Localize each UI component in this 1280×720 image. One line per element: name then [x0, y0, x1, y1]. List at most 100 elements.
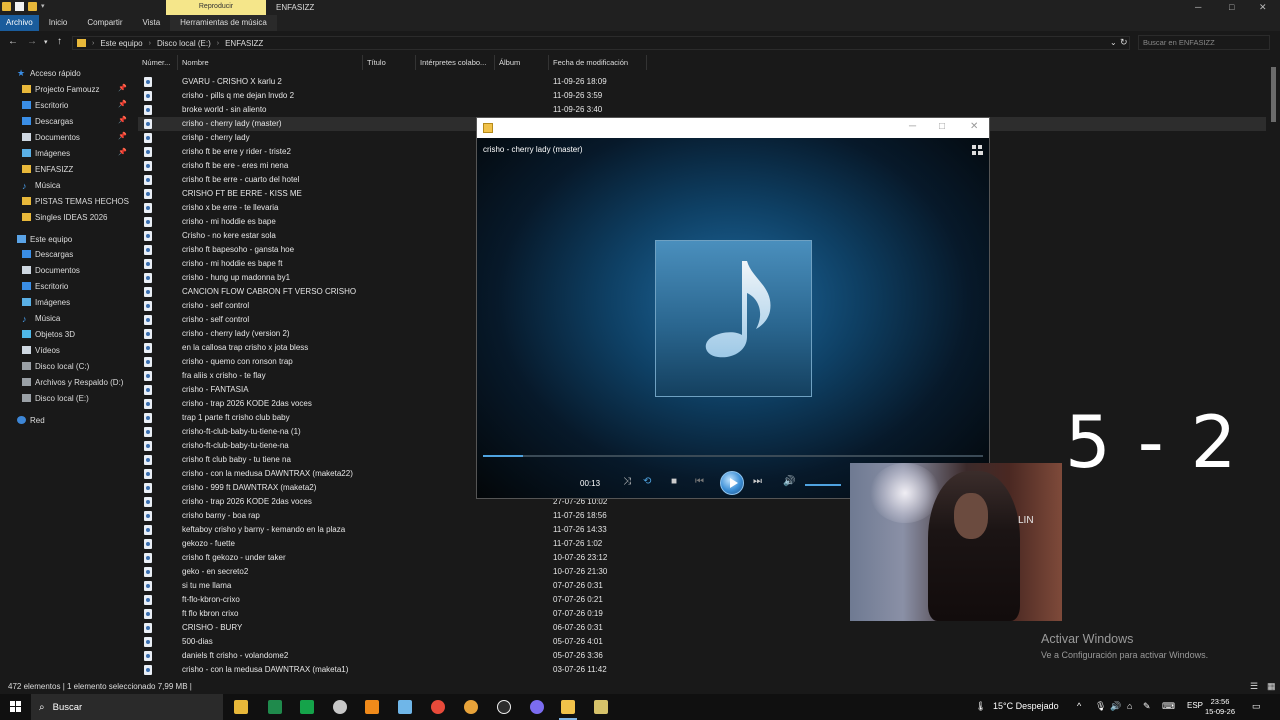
player-close-button[interactable]: ✕	[970, 121, 978, 132]
notepad-icon[interactable]	[398, 700, 412, 714]
nav-network[interactable]: Red	[17, 413, 45, 427]
nav-item-1[interactable]: Escritorio	[22, 98, 68, 112]
table-row[interactable]: broke world - sin aliento 11-09-26 3:40	[138, 103, 1266, 117]
recent-chevron-icon[interactable]: ▾	[44, 38, 48, 46]
nav-item-3[interactable]: Documentos	[22, 130, 80, 144]
column-titulo[interactable]: Título	[363, 55, 416, 70]
tray-chevron-icon[interactable]: ^	[1077, 701, 1081, 711]
table-row[interactable]: crisho ft gekozo - under taker 10-07-26 2…	[138, 551, 1266, 565]
previous-icon[interactable]: ⏮	[695, 476, 704, 487]
breadcrumb-este-equipo[interactable]: Este equipo	[100, 39, 142, 48]
recorder-app-icon[interactable]	[333, 700, 347, 714]
new-folder-icon[interactable]	[28, 2, 37, 11]
next-icon[interactable]: ⏭	[753, 476, 762, 487]
nav-pc-item-3[interactable]: Imágenes	[22, 295, 70, 309]
nav-pc-item-6[interactable]: Vídeos	[22, 343, 60, 357]
column-fecha[interactable]: Fecha de modificación	[549, 55, 647, 70]
table-row[interactable]: geko - en secreto2 10-07-26 21:30	[138, 565, 1266, 579]
minimize-button[interactable]: ─	[1195, 2, 1201, 12]
repeat-icon[interactable]: ⟲	[643, 476, 651, 487]
network-icon[interactable]: ⌂	[1127, 701, 1132, 711]
folder-icon[interactable]	[2, 2, 11, 11]
fl-studio-icon[interactable]	[365, 700, 379, 714]
seek-bar[interactable]	[483, 455, 983, 457]
chrome-profile-icon[interactable]	[464, 700, 478, 714]
forward-arrow-icon[interactable]: →	[27, 36, 37, 47]
table-row[interactable]: crisho barny - boa rap 11-07-26 18:56	[138, 509, 1266, 523]
system-clock[interactable]: 23:56 15-09-26	[1205, 697, 1235, 717]
spreadsheet-app-icon[interactable]	[268, 700, 282, 714]
nav-pc-item-2[interactable]: Escritorio	[22, 279, 68, 293]
shuffle-icon[interactable]: ⤨	[623, 476, 631, 487]
keyboard-icon[interactable]: ⌨	[1162, 701, 1175, 712]
table-row[interactable]: keftaboy crisho y barny - kemando en la …	[138, 523, 1266, 537]
large-icons-view-icon[interactable]: ▦	[1267, 681, 1276, 692]
windows-start-icon[interactable]	[10, 701, 22, 713]
nav-this-pc[interactable]: Este equipo	[17, 232, 72, 246]
excel-icon[interactable]	[300, 700, 314, 714]
breadcrumb[interactable]: › Este equipo › Disco local (E:) › ENFAS…	[72, 36, 1130, 50]
weather-icon[interactable]: 🌡	[975, 701, 986, 712]
nav-item-5[interactable]: ENFASIZZ	[22, 162, 73, 176]
column-interpretes[interactable]: Intérpretes colabo...	[416, 55, 495, 70]
nav-pc-item-5[interactable]: Objetos 3D	[22, 327, 75, 341]
nav-item-6[interactable]: ♪ Música	[22, 178, 60, 192]
taskbar-search[interactable]: ⌕ Buscar	[31, 694, 223, 720]
speaker-icon[interactable]: 🔊	[1110, 701, 1121, 712]
vertical-scrollbar[interactable]	[1269, 55, 1279, 680]
nav-item-4[interactable]: Imágenes	[22, 146, 70, 160]
audio-app-icon[interactable]	[594, 700, 608, 714]
nav-pc-item-9[interactable]: Disco local (E:)	[22, 391, 89, 405]
nav-quick-access[interactable]: ★ Acceso rápido	[17, 66, 81, 80]
tab-inicio[interactable]: Inicio	[39, 15, 78, 31]
switch-layout-icon[interactable]	[972, 145, 983, 155]
pen-icon[interactable]: ✎	[1143, 701, 1151, 712]
nav-pc-item-8[interactable]: Archivos y Respaldo (D:)	[22, 375, 123, 389]
table-row[interactable]: crisho - con la medusa DAWNTRAX (maketa1…	[138, 663, 1266, 677]
nav-item-2[interactable]: Descargas	[22, 114, 73, 128]
microphone-icon[interactable]: 🎙	[1095, 701, 1106, 712]
obs-icon[interactable]	[497, 700, 511, 714]
tab-vista[interactable]: Vista	[133, 15, 171, 31]
column-numero[interactable]: Númer...	[138, 55, 178, 70]
refresh-icon[interactable]: ↻	[1120, 37, 1128, 48]
tab-archivo[interactable]: Archivo	[0, 15, 39, 31]
properties-icon[interactable]	[15, 2, 24, 11]
nav-pc-item-4[interactable]: ♪ Música	[22, 311, 60, 325]
stop-icon[interactable]: ■	[671, 476, 677, 487]
close-button[interactable]: ✕	[1259, 2, 1267, 13]
chrome-icon[interactable]	[431, 700, 445, 714]
table-row[interactable]: ft-flo-kbron-crixo 07-07-26 0:21	[138, 593, 1266, 607]
player-minimize-button[interactable]: ─	[909, 121, 916, 132]
nav-pc-item-0[interactable]: Descargas	[22, 247, 73, 261]
tab-compartir[interactable]: Compartir	[77, 15, 132, 31]
breadcrumb-disco-e[interactable]: Disco local (E:)	[157, 39, 211, 48]
nav-item-7[interactable]: PISTAS TEMAS HECHOS	[22, 194, 129, 208]
weather-text[interactable]: 15°C Despejado	[993, 701, 1059, 711]
nav-item-0[interactable]: Projecto Famouzz	[22, 82, 99, 96]
table-row[interactable]: gekozo - fuette 11-07-26 1:02	[138, 537, 1266, 551]
column-album[interactable]: Álbum	[495, 55, 549, 70]
nav-pc-item-1[interactable]: Documentos	[22, 263, 80, 277]
table-row[interactable]: si tu me llama 07-07-26 0:31	[138, 579, 1266, 593]
volume-slider[interactable]	[805, 484, 841, 486]
table-row[interactable]: GVARU - CRISHO X karlu 2 11-09-26 18:09	[138, 75, 1266, 89]
volume-icon[interactable]: 🔊	[783, 476, 795, 487]
breadcrumb-enfasizz[interactable]: ENFASIZZ	[225, 39, 263, 48]
address-dropdown-icon[interactable]: ⌄	[1110, 38, 1117, 47]
play-button[interactable]	[720, 471, 744, 495]
player-maximize-button[interactable]: □	[939, 121, 945, 132]
discord-icon[interactable]	[530, 700, 544, 714]
tab-reproducir[interactable]: Reproducir	[166, 0, 266, 15]
column-nombre[interactable]: Nombre	[178, 55, 363, 70]
details-view-icon[interactable]: ☰	[1250, 681, 1258, 692]
back-arrow-icon[interactable]: ←	[8, 36, 18, 47]
nav-item-8[interactable]: Singles IDEAS 2026	[22, 210, 108, 224]
maximize-button[interactable]: □	[1229, 2, 1234, 12]
file-explorer-icon[interactable]	[234, 700, 248, 714]
table-row[interactable]: ft flo kbron crixo 07-07-26 0:19	[138, 607, 1266, 621]
scrollbar-thumb[interactable]	[1271, 67, 1276, 122]
table-row[interactable]: crisho - pills q me dejan lnvdo 2 11-09-2…	[138, 89, 1266, 103]
chevron-down-icon[interactable]: ▾	[41, 2, 50, 11]
tab-herramientas-musica[interactable]: Herramientas de música	[170, 15, 277, 31]
